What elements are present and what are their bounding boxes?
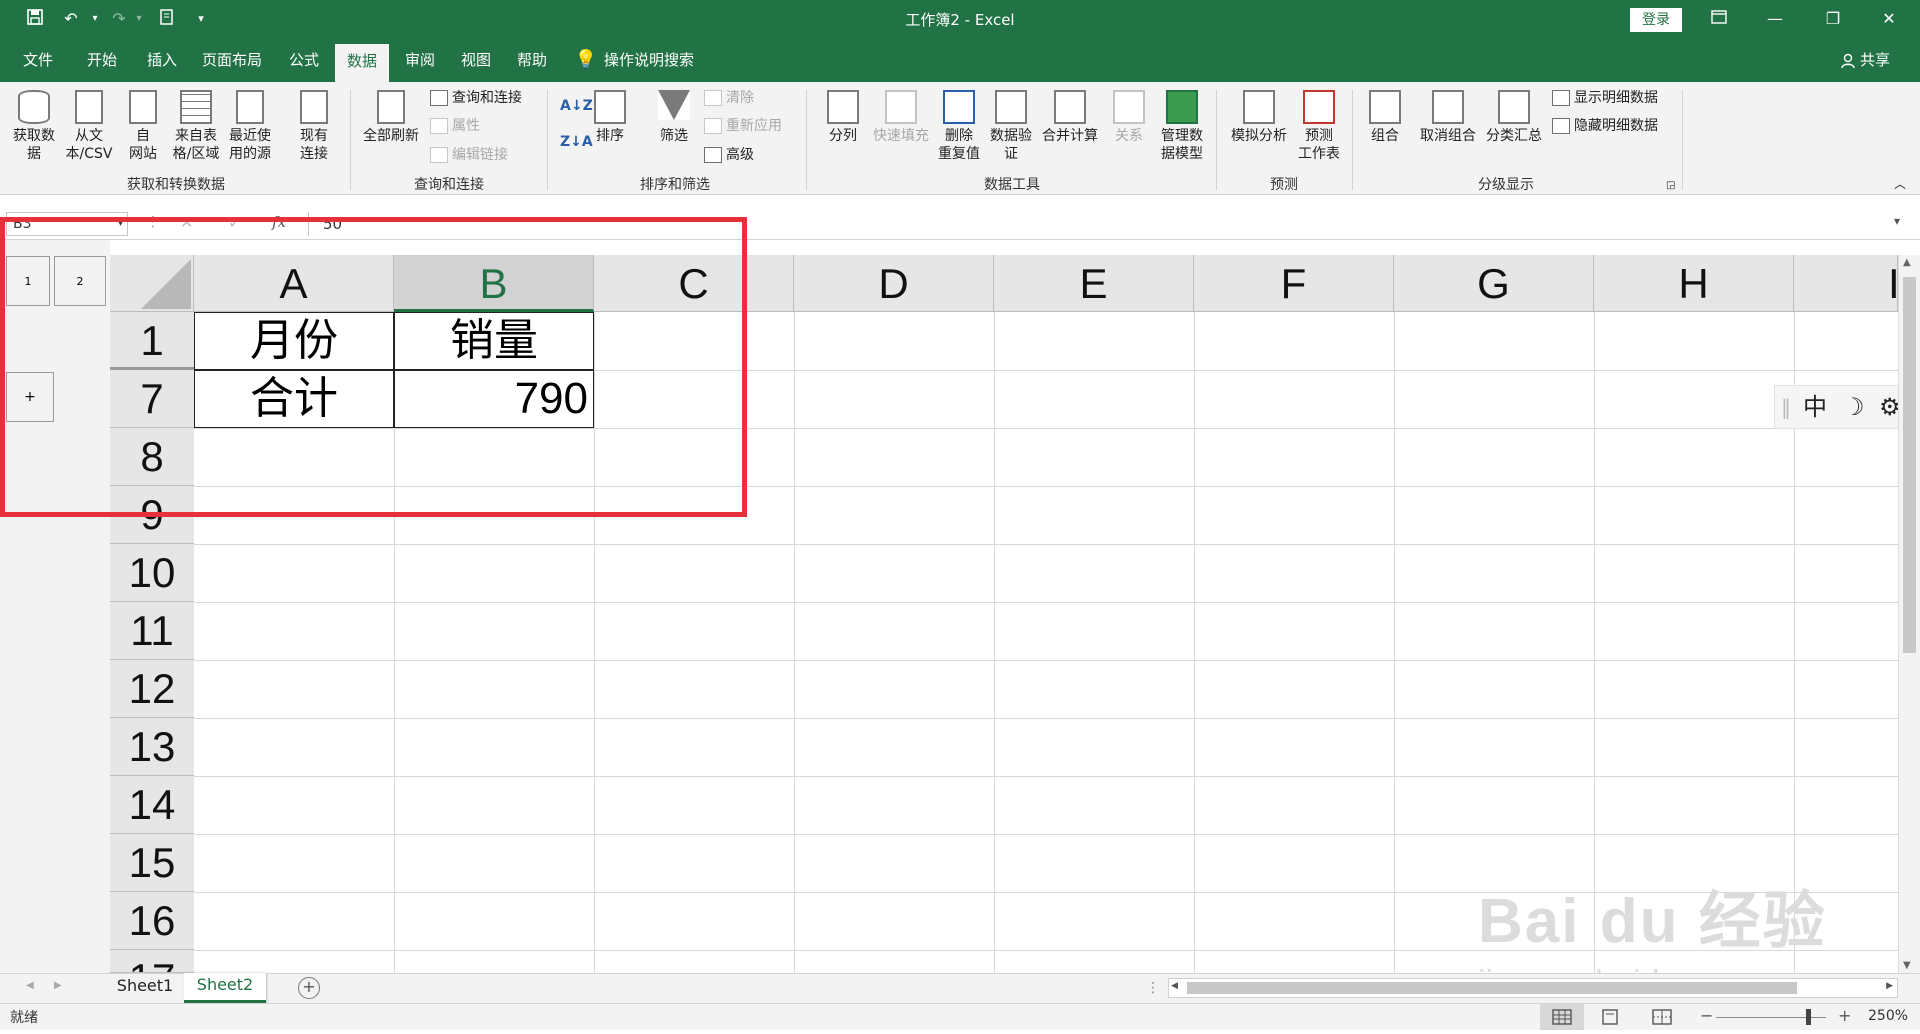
ime-language-toggle[interactable]: 中 xyxy=(1803,386,1827,428)
sheet-tab-sheet2[interactable]: Sheet2 xyxy=(184,973,266,1003)
zoom-slider-thumb[interactable] xyxy=(1806,1009,1811,1025)
zoom-level[interactable]: 250% xyxy=(1868,1008,1908,1024)
sheet-tab-sheet1[interactable]: Sheet1 xyxy=(108,974,182,1002)
add-sheet-icon[interactable]: + xyxy=(298,977,320,999)
gridline xyxy=(1394,312,1395,973)
page-break-view-button[interactable] xyxy=(1652,1009,1672,1029)
scroll-down-icon[interactable]: ▼ xyxy=(1903,960,1911,971)
gridline xyxy=(194,776,1898,777)
ime-drag-handle[interactable]: ‖ xyxy=(1781,386,1791,428)
row-header-13[interactable]: 13 xyxy=(110,718,194,776)
gridline xyxy=(794,312,795,973)
gridline xyxy=(1194,312,1195,973)
status-ready: 就绪 xyxy=(10,1010,38,1026)
tab-split-handle[interactable]: ⋮ xyxy=(1146,980,1160,996)
status-bar: 就绪 − + 250% xyxy=(0,1003,1920,1030)
gridline xyxy=(194,718,1898,719)
column-header-f[interactable]: F xyxy=(1194,255,1394,312)
horizontal-scrollbar[interactable]: ◀ ▶ xyxy=(1168,978,1898,998)
baidu-watermark: Bai du 经验 jingyan.baidu.com xyxy=(1478,870,1838,1002)
row-header-17[interactable]: 17 xyxy=(110,950,194,973)
zoom-out-icon[interactable]: − xyxy=(1700,1006,1713,1025)
scroll-left-icon[interactable]: ◀ xyxy=(1171,981,1178,991)
gridline xyxy=(194,602,1898,603)
column-header-d[interactable]: D xyxy=(794,255,994,312)
highlight-annotation-box xyxy=(0,217,747,517)
gridline xyxy=(194,544,1898,545)
next-sheet-icon[interactable]: ▶ xyxy=(54,980,62,991)
gridline xyxy=(994,312,995,973)
normal-view-button[interactable] xyxy=(1540,1004,1584,1030)
row-header-16[interactable]: 16 xyxy=(110,892,194,950)
column-header-h[interactable]: H xyxy=(1594,255,1794,312)
row-header-11[interactable]: 11 xyxy=(110,602,194,660)
ime-toolbar: ‖ 中 ☽ ⚙ xyxy=(1774,385,1914,429)
scroll-up-icon[interactable]: ▲ xyxy=(1903,257,1911,268)
vertical-scrollbar[interactable]: ▲ ▼ xyxy=(1898,255,1920,973)
page-layout-view-button[interactable] xyxy=(1600,1009,1620,1029)
gridline xyxy=(194,834,1898,835)
gridline xyxy=(194,660,1898,661)
row-header-15[interactable]: 15 xyxy=(110,834,194,892)
sheet-tabs-bar: ◀ ▶ Sheet1 Sheet2 + ⋮ ◀ ▶ xyxy=(0,973,1920,1003)
row-header-10[interactable]: 10 xyxy=(110,544,194,602)
zoom-in-icon[interactable]: + xyxy=(1838,1006,1851,1025)
vertical-scroll-thumb[interactable] xyxy=(1903,277,1916,653)
prev-sheet-icon[interactable]: ◀ xyxy=(26,980,34,991)
column-header-g[interactable]: G xyxy=(1394,255,1594,312)
worksheet-grid: A B C D E F G H I 1 7 8 9 10 11 12 13 14… xyxy=(0,0,1920,1030)
scroll-right-icon[interactable]: ▶ xyxy=(1886,981,1893,991)
moon-icon[interactable]: ☽ xyxy=(1843,386,1865,428)
row-header-14[interactable]: 14 xyxy=(110,776,194,834)
column-header-e[interactable]: E xyxy=(994,255,1194,312)
row-header-12[interactable]: 12 xyxy=(110,660,194,718)
column-header-i[interactable]: I xyxy=(1794,255,1898,312)
horizontal-scroll-thumb[interactable] xyxy=(1187,982,1797,994)
watermark-brand: Bai du 经验 xyxy=(1478,887,1827,956)
